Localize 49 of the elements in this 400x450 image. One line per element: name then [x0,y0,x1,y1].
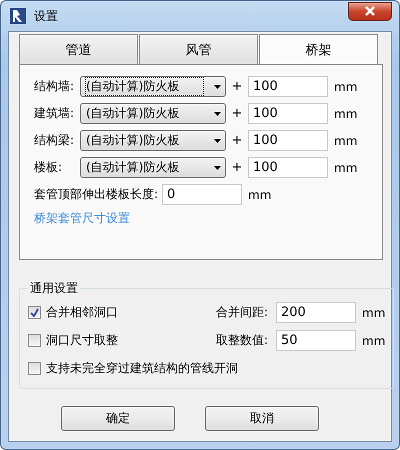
material-dropdown[interactable]: (自动计算)防火板 [80,157,226,178]
tab[interactable]: 桥架 [259,34,378,64]
unit-label: mm [334,160,358,174]
window-title: 设置 [34,8,59,24]
option-label: 支持未完全穿过建筑结构的管线开洞 [46,360,238,377]
close-icon [364,6,376,16]
offset-input[interactable]: 100 [248,76,328,97]
caret-icon [214,112,221,116]
plus-sign: + [230,133,244,148]
option-label: 洞口尺寸取整 [46,332,119,349]
cancel-button[interactable]: 取消 [205,406,319,431]
tab[interactable]: 风管 [139,34,258,64]
field-label: 楼板: [34,159,64,176]
field-label: 建筑墙: [34,105,76,122]
unit-label: mm [362,306,386,320]
plus-sign: + [230,160,244,175]
ok-button[interactable]: 确定 [61,406,175,431]
tab[interactable]: 管道 [19,34,138,64]
checkbox[interactable] [28,334,41,347]
caret-icon [214,166,221,170]
plus-sign: + [230,79,244,94]
offset-input[interactable]: 100 [248,157,328,178]
app-logo-icon [10,8,26,24]
extension-input[interactable]: 0 [162,184,242,205]
field-label: 合并间距: [216,304,270,321]
unit-label: mm [248,188,272,202]
unit-label: mm [334,134,358,148]
unit-label: mm [334,80,358,94]
field-label: 套管顶部伸出楼板长度: [34,186,158,203]
option-label: 合并相邻洞口 [46,304,119,321]
checkbox[interactable] [28,306,41,319]
value-input[interactable]: 50 [276,330,356,351]
close-button[interactable] [348,2,392,20]
material-dropdown[interactable]: (自动计算)防火板 [80,130,226,151]
offset-input[interactable]: 100 [248,130,328,151]
material-dropdown[interactable]: (自动计算)防火板 [80,103,226,124]
unit-label: mm [334,106,358,120]
caret-icon [214,84,221,88]
caret-icon [214,138,221,142]
offset-input[interactable]: 100 [248,103,328,124]
plus-sign: + [230,106,244,121]
field-label: 结构梁: [34,132,76,149]
field-label: 取整数值: [216,332,270,349]
field-label: 结构墙: [34,78,76,95]
value-input[interactable]: 200 [276,302,356,323]
checkbox[interactable] [28,362,41,375]
unit-label: mm [362,334,386,348]
material-dropdown[interactable]: (自动计算)防火板 [80,76,226,97]
group-title: 通用设置 [29,280,79,297]
